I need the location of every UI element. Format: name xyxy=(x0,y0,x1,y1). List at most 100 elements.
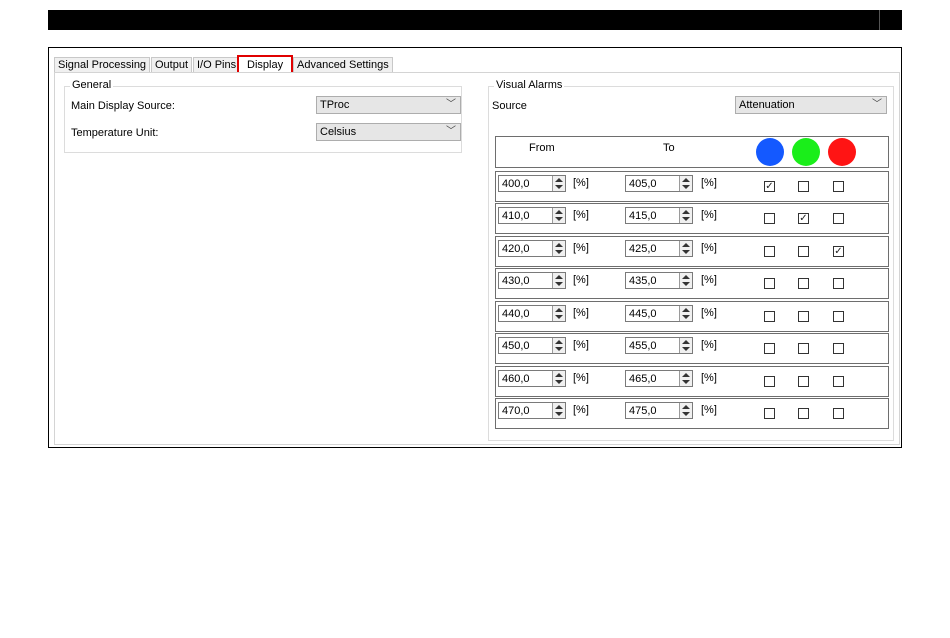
spin-up-icon[interactable] xyxy=(682,243,690,247)
tab-io-pins[interactable]: I/O Pins xyxy=(193,57,241,73)
spin-up-icon[interactable] xyxy=(555,178,563,182)
tab-advanced-settings[interactable]: Advanced Settings xyxy=(293,57,393,73)
green-alarm-checkbox[interactable] xyxy=(798,408,809,419)
red-alarm-checkbox[interactable]: ✓ xyxy=(833,246,844,257)
spin-down-icon[interactable] xyxy=(682,380,690,384)
spin-up-icon[interactable] xyxy=(555,373,563,377)
spin-up-icon[interactable] xyxy=(555,405,563,409)
spin-down-icon[interactable] xyxy=(682,315,690,319)
blue-alarm-checkbox[interactable] xyxy=(764,408,775,419)
spin-up-icon[interactable] xyxy=(682,210,690,214)
green-alarm-checkbox[interactable] xyxy=(798,181,809,192)
from-value: 420,0 xyxy=(502,243,530,255)
blue-alarm-checkbox[interactable]: ✓ xyxy=(764,181,775,192)
spin-buttons[interactable] xyxy=(679,208,692,223)
spin-up-icon[interactable] xyxy=(555,210,563,214)
green-alarm-checkbox[interactable]: ✓ xyxy=(798,213,809,224)
from-value-spinbox[interactable]: 460,0 xyxy=(498,370,566,387)
blue-alarm-checkbox[interactable] xyxy=(764,311,775,322)
red-alarm-checkbox[interactable] xyxy=(833,343,844,354)
spin-buttons[interactable] xyxy=(552,176,565,191)
spin-down-icon[interactable] xyxy=(555,347,563,351)
red-alarm-checkbox[interactable] xyxy=(833,181,844,192)
from-value-spinbox[interactable]: 410,0 xyxy=(498,207,566,224)
to-value-spinbox[interactable]: 415,0 xyxy=(625,207,693,224)
from-value-spinbox[interactable]: 450,0 xyxy=(498,337,566,354)
spin-down-icon[interactable] xyxy=(555,412,563,416)
red-alarm-checkbox[interactable] xyxy=(833,311,844,322)
blue-alarm-checkbox[interactable] xyxy=(764,343,775,354)
green-alarm-checkbox[interactable] xyxy=(798,311,809,322)
spin-up-icon[interactable] xyxy=(555,275,563,279)
green-alarm-checkbox[interactable] xyxy=(798,343,809,354)
spin-buttons[interactable] xyxy=(552,403,565,418)
red-alarm-checkbox[interactable] xyxy=(833,376,844,387)
spin-up-icon[interactable] xyxy=(682,405,690,409)
to-value-spinbox[interactable]: 475,0 xyxy=(625,402,693,419)
to-value-spinbox[interactable]: 435,0 xyxy=(625,272,693,289)
spin-down-icon[interactable] xyxy=(682,217,690,221)
spin-buttons[interactable] xyxy=(552,338,565,353)
spin-down-icon[interactable] xyxy=(555,315,563,319)
spin-down-icon[interactable] xyxy=(555,250,563,254)
main-display-source-select[interactable]: TProc ﹀ xyxy=(316,96,461,114)
spin-up-icon[interactable] xyxy=(682,340,690,344)
to-value-spinbox[interactable]: 445,0 xyxy=(625,305,693,322)
red-alarm-checkbox[interactable] xyxy=(833,408,844,419)
spin-down-icon[interactable] xyxy=(682,412,690,416)
red-alarm-checkbox[interactable] xyxy=(833,213,844,224)
chevron-down-icon: ﹀ xyxy=(872,99,882,110)
spin-buttons[interactable] xyxy=(679,371,692,386)
spin-buttons[interactable] xyxy=(679,176,692,191)
spin-down-icon[interactable] xyxy=(682,185,690,189)
from-value-spinbox[interactable]: 420,0 xyxy=(498,240,566,257)
spin-up-icon[interactable] xyxy=(682,308,690,312)
spin-buttons[interactable] xyxy=(552,273,565,288)
spin-down-icon[interactable] xyxy=(682,282,690,286)
to-value-spinbox[interactable]: 465,0 xyxy=(625,370,693,387)
to-value: 465,0 xyxy=(629,373,657,385)
spin-down-icon[interactable] xyxy=(555,282,563,286)
from-value-spinbox[interactable]: 440,0 xyxy=(498,305,566,322)
green-alarm-checkbox[interactable] xyxy=(798,246,809,257)
spin-up-icon[interactable] xyxy=(555,308,563,312)
spin-buttons[interactable] xyxy=(679,241,692,256)
spin-up-icon[interactable] xyxy=(682,275,690,279)
alarm-source-select[interactable]: Attenuation ﹀ xyxy=(735,96,887,114)
to-value: 435,0 xyxy=(629,275,657,287)
spin-up-icon[interactable] xyxy=(555,243,563,247)
from-value-spinbox[interactable]: 430,0 xyxy=(498,272,566,289)
spin-buttons[interactable] xyxy=(552,306,565,321)
to-value-spinbox[interactable]: 405,0 xyxy=(625,175,693,192)
spin-down-icon[interactable] xyxy=(682,250,690,254)
green-alarm-checkbox[interactable] xyxy=(798,376,809,387)
blue-alarm-checkbox[interactable] xyxy=(764,213,775,224)
blue-alarm-checkbox[interactable] xyxy=(764,246,775,257)
spin-up-icon[interactable] xyxy=(682,178,690,182)
spin-up-icon[interactable] xyxy=(555,340,563,344)
red-alarm-checkbox[interactable] xyxy=(833,278,844,289)
spin-buttons[interactable] xyxy=(552,371,565,386)
spin-buttons[interactable] xyxy=(679,306,692,321)
to-value-spinbox[interactable]: 425,0 xyxy=(625,240,693,257)
spin-down-icon[interactable] xyxy=(555,185,563,189)
tab-output[interactable]: Output xyxy=(151,57,193,73)
temperature-unit-select[interactable]: Celsius ﹀ xyxy=(316,123,461,141)
spin-buttons[interactable] xyxy=(679,403,692,418)
from-value-spinbox[interactable]: 400,0 xyxy=(498,175,566,192)
blue-alarm-checkbox[interactable] xyxy=(764,376,775,387)
to-unit-label: [%] xyxy=(701,307,717,319)
spin-down-icon[interactable] xyxy=(555,217,563,221)
spin-buttons[interactable] xyxy=(679,273,692,288)
from-value-spinbox[interactable]: 470,0 xyxy=(498,402,566,419)
spin-buttons[interactable] xyxy=(552,208,565,223)
spin-up-icon[interactable] xyxy=(682,373,690,377)
spin-buttons[interactable] xyxy=(679,338,692,353)
green-alarm-checkbox[interactable] xyxy=(798,278,809,289)
spin-down-icon[interactable] xyxy=(682,347,690,351)
tab-signal-processing[interactable]: Signal Processing xyxy=(54,57,151,73)
spin-buttons[interactable] xyxy=(552,241,565,256)
spin-down-icon[interactable] xyxy=(555,380,563,384)
blue-alarm-checkbox[interactable] xyxy=(764,278,775,289)
to-value-spinbox[interactable]: 455,0 xyxy=(625,337,693,354)
